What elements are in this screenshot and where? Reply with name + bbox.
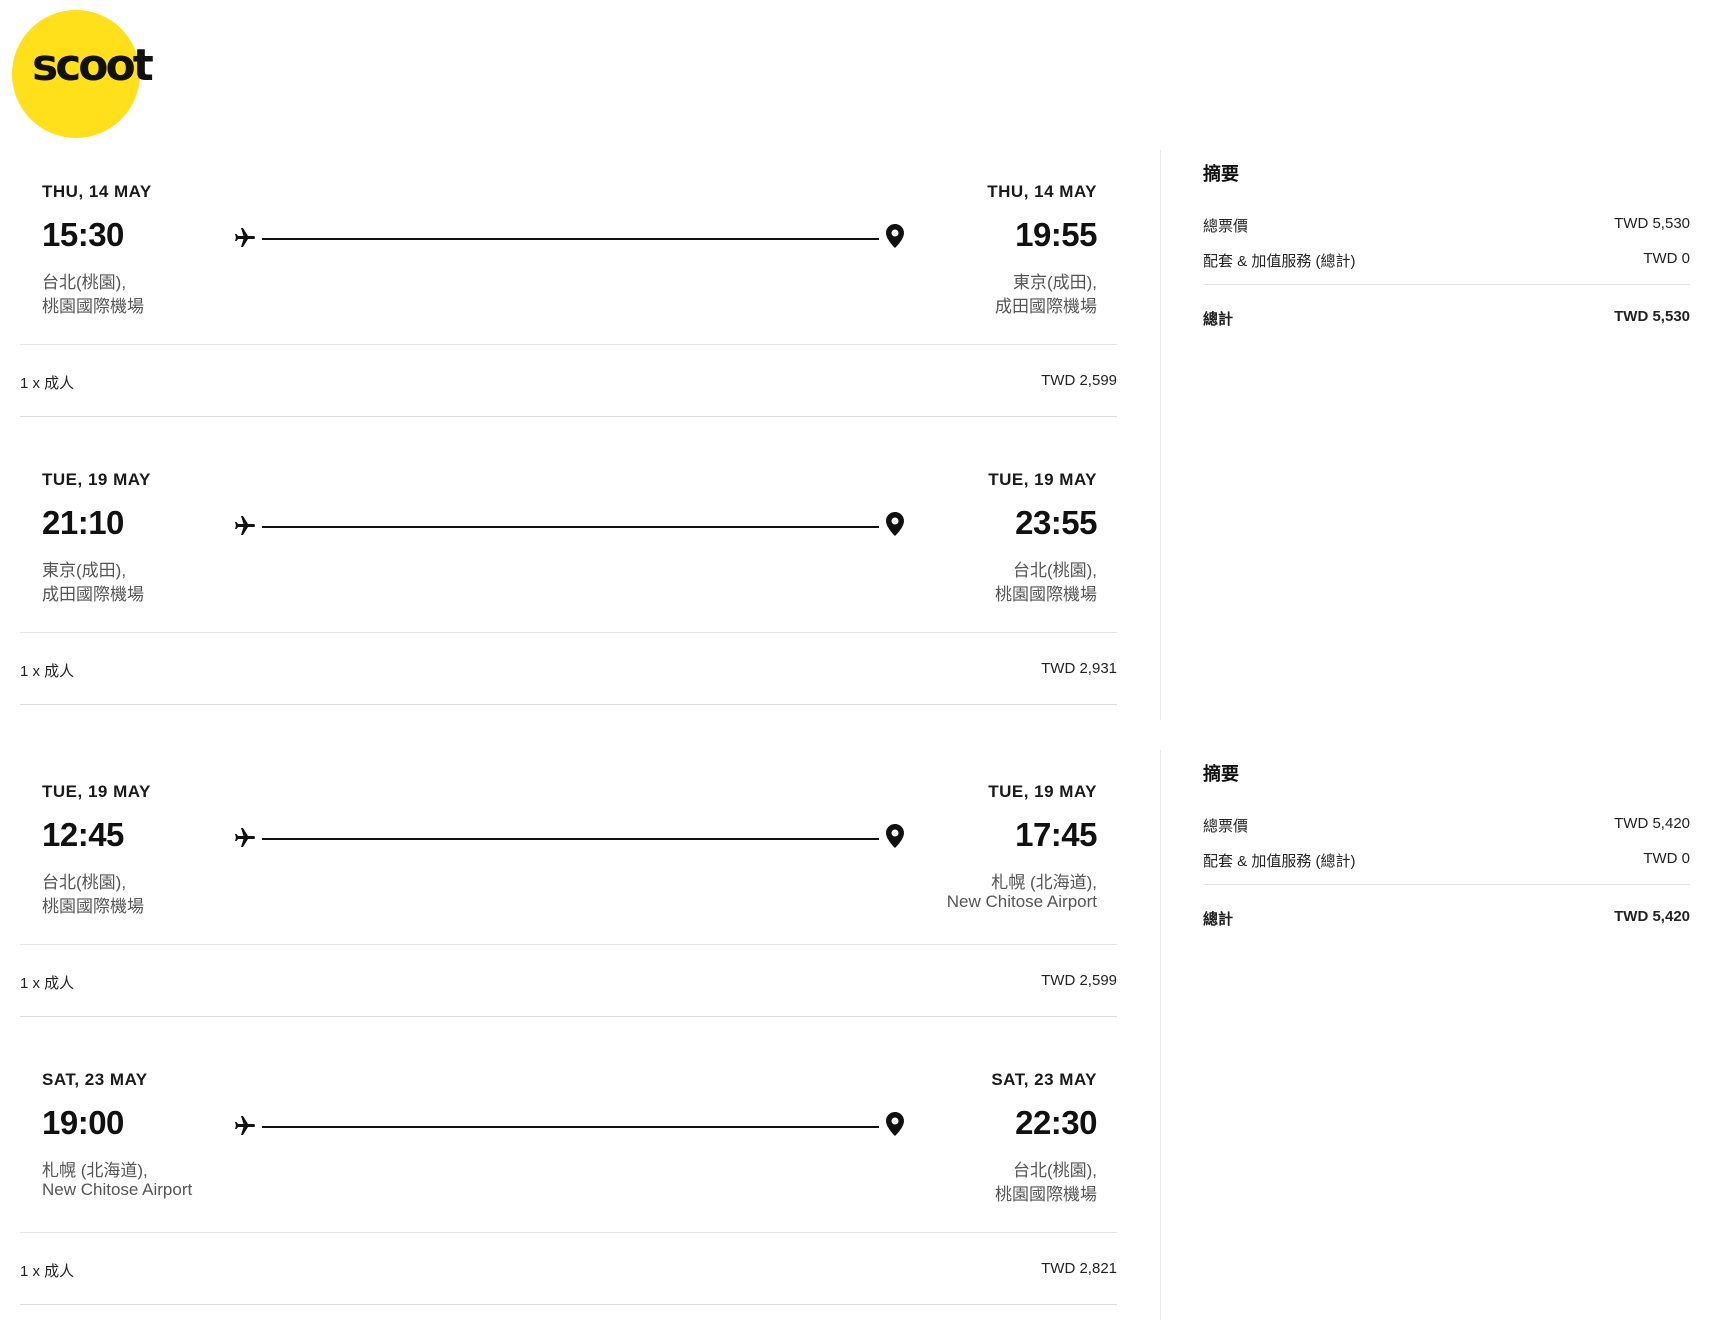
arrival-time: 22:30 [1015,1104,1097,1141]
arrival-date: THU, 14 MAY [987,182,1097,201]
total-row: 總計 TWD 5,530 [1203,308,1690,330]
flight-segment: TUE, 19 MAY 21:10 東京(成田), 成田國際機場 TUE, 19… [20,438,1117,726]
arrival-city: 東京(成田), [1012,273,1097,292]
ticket-price-label: 總票價 [1203,218,1249,235]
divider [20,1232,1117,1233]
route-line [262,526,879,528]
route-line [262,838,879,840]
departure-date: TUE, 19 MAY [42,470,151,489]
addons-row: 配套 & 加值服務 (總計) TWD 0 [1203,250,1690,272]
departure-city: 札幌 (北海道), [42,1161,148,1180]
departure-city: 台北(桃園), [42,273,127,292]
total-label: 總計 [1203,311,1234,328]
departure-city: 台北(桃園), [42,873,127,892]
divider [20,704,1117,705]
addons-label: 配套 & 加值服務 (總計) [1203,853,1356,870]
arrival-airport: New Chitose Airport [946,892,1097,911]
flight-segment: SAT, 23 MAY 19:00 札幌 (北海道), New Chitose … [20,1038,1117,1326]
departure-airport: 成田國際機場 [42,585,144,604]
addons-row: 配套 & 加值服務 (總計) TWD 0 [1203,850,1690,872]
fare-amount: TWD 2,821 [1041,1260,1117,1277]
departure-time: 15:30 [42,216,124,253]
arrival-city: 台北(桃園), [1012,1161,1097,1180]
location-pin-icon [886,1112,904,1136]
route-line [262,1126,879,1128]
arrival-time: 23:55 [1015,504,1097,541]
flight-segment: THU, 14 MAY 15:30 台北(桃園), 桃園國際機場 THU, 14… [20,150,1117,438]
departure-airport: 桃園國際機場 [42,297,144,316]
vertical-separator [1160,150,1161,720]
total-value: TWD 5,420 [1614,908,1690,925]
plane-icon [235,516,255,535]
arrival-time: 19:55 [1015,216,1097,253]
departure-time: 12:45 [42,816,124,853]
departure-time: 21:10 [42,504,124,541]
divider [20,632,1117,633]
ticket-price-value: TWD 5,420 [1614,815,1690,832]
arrival-airport: 桃園國際機場 [995,1185,1097,1204]
summary-divider [1203,284,1690,285]
total-value: TWD 5,530 [1614,308,1690,325]
addons-value: TWD 0 [1643,850,1690,867]
departure-date: SAT, 23 MAY [42,1070,148,1089]
summary-divider [1203,884,1690,885]
ticket-price-value: TWD 5,530 [1614,215,1690,232]
flight-segment: TUE, 19 MAY 12:45 台北(桃園), 桃園國際機場 TUE, 19… [20,750,1117,1038]
addons-label: 配套 & 加值服務 (總計) [1203,253,1356,270]
ticket-price-label: 總票價 [1203,818,1249,835]
departure-time: 19:00 [42,1104,124,1141]
divider [20,1016,1117,1017]
route-line [262,238,879,240]
ticket-price-row: 總票價 TWD 5,530 [1203,215,1690,237]
passenger-count: 1 x 成人 [20,375,75,392]
arrival-airport: 桃園國際機場 [995,585,1097,604]
divider [20,944,1117,945]
arrival-date: SAT, 23 MAY [991,1070,1097,1089]
departure-airport: 桃園國際機場 [42,897,144,916]
arrival-city: 台北(桃園), [1012,561,1097,580]
total-row: 總計 TWD 5,420 [1203,908,1690,930]
addons-value: TWD 0 [1643,250,1690,267]
fare-amount: TWD 2,599 [1041,972,1117,989]
plane-icon [235,828,255,847]
plane-icon [235,228,255,247]
departure-airport: New Chitose Airport [42,1180,193,1199]
arrival-time: 17:45 [1015,816,1097,853]
divider [20,416,1117,417]
summary-title: 摘要 [1203,764,1239,784]
location-pin-icon [886,512,904,536]
arrival-date: TUE, 19 MAY [988,470,1097,489]
divider [20,344,1117,345]
arrival-airport: 成田國際機場 [995,297,1097,316]
arrival-city: 札幌 (北海道), [991,873,1097,892]
fare-amount: TWD 2,599 [1041,372,1117,389]
total-label: 總計 [1203,911,1234,928]
location-pin-icon [886,224,904,248]
divider [20,1304,1117,1305]
summary-title: 摘要 [1203,164,1239,184]
plane-icon [235,1116,255,1135]
passenger-count: 1 x 成人 [20,975,75,992]
departure-date: TUE, 19 MAY [42,782,151,801]
logo-text: scoot [32,40,154,91]
departure-city: 東京(成田), [42,561,127,580]
passenger-count: 1 x 成人 [20,1263,75,1280]
fare-amount: TWD 2,931 [1041,660,1117,677]
ticket-price-row: 總票價 TWD 5,420 [1203,815,1690,837]
location-pin-icon [886,824,904,848]
arrival-date: TUE, 19 MAY [988,782,1097,801]
departure-date: THU, 14 MAY [42,182,152,201]
vertical-separator [1160,750,1161,1320]
passenger-count: 1 x 成人 [20,663,75,680]
